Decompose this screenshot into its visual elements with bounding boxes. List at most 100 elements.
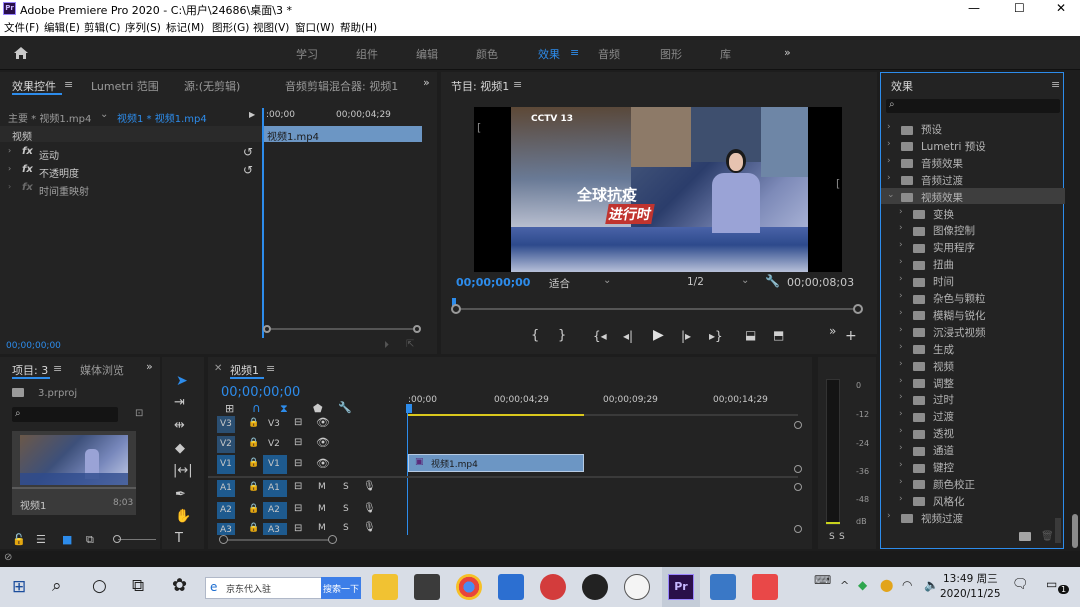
workspace-learn[interactable]: 学习	[296, 46, 318, 62]
effects-tree-item[interactable]: › 音频过渡	[881, 171, 1065, 188]
effects-tree-item[interactable]: › 透视	[881, 424, 1065, 441]
timeline-playhead-line[interactable]	[407, 413, 408, 535]
workspace-assembly[interactable]: 组件	[356, 46, 378, 62]
eye-icon[interactable]: 👁	[316, 436, 330, 449]
track-header-a3[interactable]: A3	[263, 523, 287, 535]
go-to-in-icon[interactable]: {◂	[593, 329, 607, 343]
type-tool-icon[interactable]: T	[175, 531, 183, 546]
microphone-icon[interactable]: 🎙	[363, 522, 376, 533]
tab-program[interactable]: 节目: 视频1	[451, 78, 509, 94]
zoom-slider[interactable]	[118, 539, 156, 540]
new-search-bin-icon[interactable]: ⊡	[135, 408, 143, 419]
tab-lumetri-scopes[interactable]: Lumetri 范围	[91, 78, 159, 94]
source-patch-v1[interactable]: V1	[217, 455, 235, 474]
lock-icon[interactable]: 🔒	[248, 458, 259, 468]
lock-icon[interactable]: 🔒	[248, 418, 259, 428]
menu-sequence[interactable]: 序列(S)	[125, 20, 161, 35]
chevron-down-icon[interactable]: ⌄	[887, 190, 895, 200]
effects-tree-item[interactable]: › 扭曲	[881, 255, 1065, 272]
mute-button[interactable]: M	[318, 504, 326, 514]
sync-lock-icon[interactable]: ⊟	[294, 417, 302, 428]
expand-arrow-icon[interactable]: ›	[8, 146, 11, 155]
step-forward-icon[interactable]: |▸	[681, 329, 691, 343]
effects-tree-item[interactable]: › 颜色校正	[881, 475, 1065, 492]
chevron-down-icon[interactable]: ⌄	[100, 109, 108, 120]
solo-button[interactable]: S	[343, 482, 349, 492]
window-scrollbar-thumb[interactable]	[1072, 514, 1078, 548]
tray-icon[interactable]: ⬤	[880, 578, 893, 592]
vertical-zoom-handle[interactable]	[794, 421, 802, 429]
source-patch-v3[interactable]: V3	[217, 416, 235, 433]
icon-view-icon[interactable]: ■	[62, 533, 72, 546]
effects-tree-item[interactable]: › 预设	[881, 120, 1065, 137]
fx-icon[interactable]: fx	[22, 164, 33, 175]
workspace-color[interactable]: 颜色	[476, 46, 498, 62]
quality-dropdown[interactable]: 1/2	[687, 276, 704, 288]
reset-icon[interactable]: ↺	[243, 163, 253, 177]
zoom-handle-right[interactable]	[413, 325, 421, 333]
volume-icon[interactable]: 🔈	[924, 578, 939, 592]
file-explorer-icon[interactable]	[372, 574, 398, 600]
chevron-down-icon[interactable]: ⌄	[603, 275, 611, 286]
lock-icon[interactable]: 🔒	[248, 438, 259, 448]
tab-effect-controls[interactable]: 效果控件	[12, 78, 56, 94]
sync-lock-icon[interactable]: ⊟	[294, 458, 302, 469]
windows-start-icon[interactable]: ⊞	[12, 577, 26, 597]
lock-icon[interactable]: 🔓	[12, 533, 26, 546]
mark-in-icon[interactable]: {	[531, 328, 539, 343]
workspace-audio[interactable]: 音频	[598, 46, 620, 62]
chevron-right-icon[interactable]: ›	[899, 291, 903, 301]
tab-source[interactable]: 源:(无剪辑)	[184, 78, 240, 94]
zoom-handle-right[interactable]	[853, 304, 863, 314]
sync-lock-icon[interactable]: ⊟	[294, 481, 302, 492]
maximize-button[interactable]: ☐	[1014, 1, 1025, 15]
effects-tree-item[interactable]: › 调整	[881, 374, 1065, 391]
expand-arrow-icon[interactable]: ›	[8, 164, 11, 173]
hand-tool-icon[interactable]: ✋	[175, 509, 191, 524]
home-icon[interactable]	[13, 46, 29, 60]
chevron-right-icon[interactable]: ›	[899, 443, 903, 453]
menu-marker[interactable]: 标记(M)	[166, 20, 204, 35]
effect-row[interactable]: › fx 不透明度 ↺	[0, 162, 262, 180]
mark-out-icon[interactable]: }	[558, 328, 566, 343]
workspace-menu-icon[interactable]: ≡	[570, 46, 579, 59]
panel-more-button[interactable]: »	[423, 76, 430, 89]
chevron-up-icon[interactable]: ^	[840, 579, 849, 592]
export-icon[interactable]: ⇱	[406, 339, 414, 350]
chevron-right-icon[interactable]: ›	[899, 240, 903, 250]
chevron-right-icon[interactable]: ›	[887, 511, 891, 521]
chrome-icon[interactable]	[456, 574, 482, 600]
qq-icon[interactable]	[582, 574, 608, 600]
ec-clip-bar[interactable]: 视频1.mp4	[264, 126, 422, 143]
task-view-icon[interactable]: ⧉	[132, 576, 144, 596]
scrollbar[interactable]	[1055, 518, 1061, 543]
solo-button[interactable]: S	[343, 504, 349, 514]
app-icon[interactable]	[752, 574, 778, 600]
chevron-right-icon[interactable]: ›	[899, 460, 903, 470]
sync-lock-icon[interactable]: ⊟	[294, 523, 302, 534]
zoom-handle-left[interactable]	[219, 535, 228, 544]
mail-icon[interactable]	[498, 574, 524, 600]
timeline-playhead-head[interactable]	[406, 404, 412, 413]
panel-menu-icon[interactable]: ≡	[53, 362, 62, 375]
menu-view[interactable]: 视图(V)	[253, 20, 289, 35]
tab-audio-clip-mixer[interactable]: 音频剪辑混合器: 视频1	[285, 78, 398, 94]
ec-playhead[interactable]	[262, 108, 264, 338]
track-header-v1[interactable]: V1	[263, 455, 287, 474]
track-header-v3[interactable]: V3	[263, 416, 287, 433]
ec-timecode[interactable]: 00;00;00;00	[6, 341, 61, 351]
effects-tree-item[interactable]: › 通道	[881, 441, 1065, 458]
effects-search-input[interactable]: ⌕	[886, 99, 1060, 113]
chevron-right-icon[interactable]: ›	[899, 223, 903, 233]
tab-sequence[interactable]: 视频1	[230, 362, 259, 378]
zoom-slider-handle[interactable]	[113, 535, 121, 543]
minimize-button[interactable]: —	[968, 1, 980, 15]
mute-button[interactable]: M	[318, 482, 326, 492]
app-icon[interactable]	[624, 574, 650, 600]
workspace-effects[interactable]: 效果	[538, 46, 560, 62]
menu-window[interactable]: 窗口(W)	[295, 20, 335, 35]
go-to-out-icon[interactable]: ▸}	[709, 329, 723, 343]
tray-icon[interactable]: ◆	[858, 578, 867, 592]
wrench-icon[interactable]: 🔧	[338, 401, 352, 414]
wifi-icon[interactable]: ◠	[902, 578, 912, 592]
